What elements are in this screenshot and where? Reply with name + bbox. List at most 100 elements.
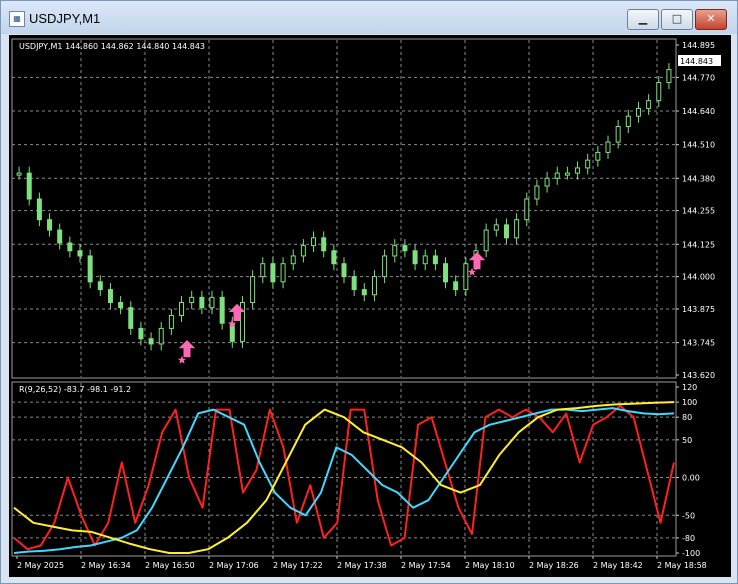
candle-body <box>524 198 530 221</box>
candle-body <box>36 198 42 221</box>
candle-body <box>605 141 611 153</box>
candle-body <box>128 307 134 329</box>
indicator-tick-label: 50 <box>682 436 692 445</box>
chart-area[interactable]: USDJPY,M1 144.860 144.862 144.840 144.84… <box>9 35 731 577</box>
candle-body <box>443 263 449 283</box>
price-chart-header: USDJPY,M1 144.860 144.862 144.840 144.84… <box>19 42 205 51</box>
candle-body <box>635 107 641 117</box>
candle-body <box>615 126 621 143</box>
candle-body <box>656 82 662 102</box>
candle-body <box>47 219 53 231</box>
indicator-tick-label: 100 <box>682 398 697 407</box>
indicator-tick-label: -100 <box>682 549 700 558</box>
price-y-axis: 144.895 144.770 144.640 144.510 144.380 144.2… <box>676 41 715 380</box>
indicator-tick-label: 120 <box>682 383 697 392</box>
candle-body <box>158 327 164 345</box>
close-icon: ✕ <box>706 12 716 25</box>
candle-body <box>514 219 520 239</box>
candle-body <box>107 289 113 304</box>
candle-body <box>544 177 550 187</box>
candle-body <box>300 245 306 257</box>
indicator-y-axis: 120 100 80 50 0.00 -50 -80 -100 <box>676 383 700 558</box>
maximize-icon: □ <box>671 12 683 25</box>
candle-body <box>341 263 347 278</box>
candle-body <box>270 263 276 283</box>
minimize-icon: ▁ <box>638 12 648 25</box>
candle-body <box>331 250 337 265</box>
chart-window-icon: ▦ <box>9 11 25 27</box>
indicator-tick-label: 80 <box>682 413 692 422</box>
title-bar[interactable]: ▦ USDJPY,M1 ▁ □ ✕ <box>1 1 737 34</box>
candle-body <box>422 255 428 265</box>
candle-body <box>97 281 103 291</box>
candle-body <box>290 255 296 265</box>
candle-body <box>392 245 398 257</box>
close-button[interactable]: ✕ <box>695 9 727 30</box>
buy-arrow <box>178 340 196 358</box>
time-tick-label: 2 May 18:10 <box>465 561 515 570</box>
candle-body <box>625 115 631 128</box>
price-tick-label: 144.510 <box>682 141 715 150</box>
candle-body <box>453 281 459 291</box>
time-tick-label: 2 May 17:54 <box>401 561 451 570</box>
candle-body <box>595 151 601 161</box>
candle-body <box>250 276 256 304</box>
candle-body <box>138 327 144 340</box>
price-tick-label: 143.745 <box>682 339 715 348</box>
candle-body <box>646 100 652 109</box>
indicator-tick-label: -80 <box>682 534 695 543</box>
price-panel-frame <box>11 38 677 379</box>
time-axis: 2 May 2025 2 May 16:34 2 May 16:50 2 May 17… <box>16 556 707 570</box>
candle-body <box>260 263 266 278</box>
candle-body <box>666 69 672 84</box>
candle-body <box>351 276 357 291</box>
candle-body <box>16 172 22 176</box>
buy-arrow <box>468 252 486 270</box>
price-grid <box>12 40 676 377</box>
time-tick-label: 2 May 17:38 <box>337 561 387 570</box>
candle-body <box>371 276 377 296</box>
time-tick-label: 2 May 17:06 <box>209 561 259 570</box>
time-tick-label: 2 May 16:50 <box>145 561 195 570</box>
candle-body <box>412 250 418 265</box>
minimize-button[interactable]: ▁ <box>627 9 659 30</box>
candle-body <box>189 296 195 304</box>
time-tick-label: 2 May 18:42 <box>593 561 643 570</box>
indicator-header: R(9,26,52) -83.7 -98.1 -91.2 <box>19 385 131 394</box>
candle-body <box>67 242 73 252</box>
price-tick-label: 144.895 <box>682 41 715 50</box>
candle-body <box>361 289 367 296</box>
price-tick-label: 144.000 <box>682 273 715 282</box>
maximize-button[interactable]: □ <box>661 9 693 30</box>
price-candles <box>16 63 672 351</box>
candle-body <box>493 224 499 231</box>
chart-window: ▦ USDJPY,M1 ▁ □ ✕ USDJPY,M1 144.860 144.… <box>0 0 738 584</box>
candle-body <box>26 172 32 200</box>
candle-body <box>209 296 215 309</box>
chart-svg[interactable]: USDJPY,M1 144.860 144.862 144.840 144.84… <box>9 35 731 577</box>
candle-body <box>280 263 286 283</box>
time-tick-label: 2 May 17:22 <box>273 561 323 570</box>
candle-body <box>321 237 327 252</box>
candle-body <box>564 172 570 176</box>
candle-body <box>432 255 438 265</box>
time-tick-label: 2 May 2025 <box>17 561 64 570</box>
candle-body <box>57 229 63 244</box>
current-price-label: 144.843 <box>680 57 713 66</box>
time-tick-label: 2 May 18:26 <box>529 561 579 570</box>
candle-body <box>77 250 83 257</box>
time-tick-label: 2 May 18:58 <box>657 561 707 570</box>
price-tick-label: 144.640 <box>682 107 715 116</box>
candle-body <box>483 229 489 252</box>
window-title: USDJPY,M1 <box>29 11 101 26</box>
candle-body <box>179 302 185 316</box>
candle-body <box>534 185 540 200</box>
price-tick-label: 144.125 <box>682 240 715 249</box>
candle-body <box>311 237 317 247</box>
candle-body <box>503 224 509 239</box>
candle-body <box>585 159 591 169</box>
candle-body <box>575 167 581 174</box>
indicator-cyan-line <box>13 407 675 554</box>
candle-body <box>382 255 388 278</box>
time-tick-label: 2 May 16:34 <box>81 561 131 570</box>
